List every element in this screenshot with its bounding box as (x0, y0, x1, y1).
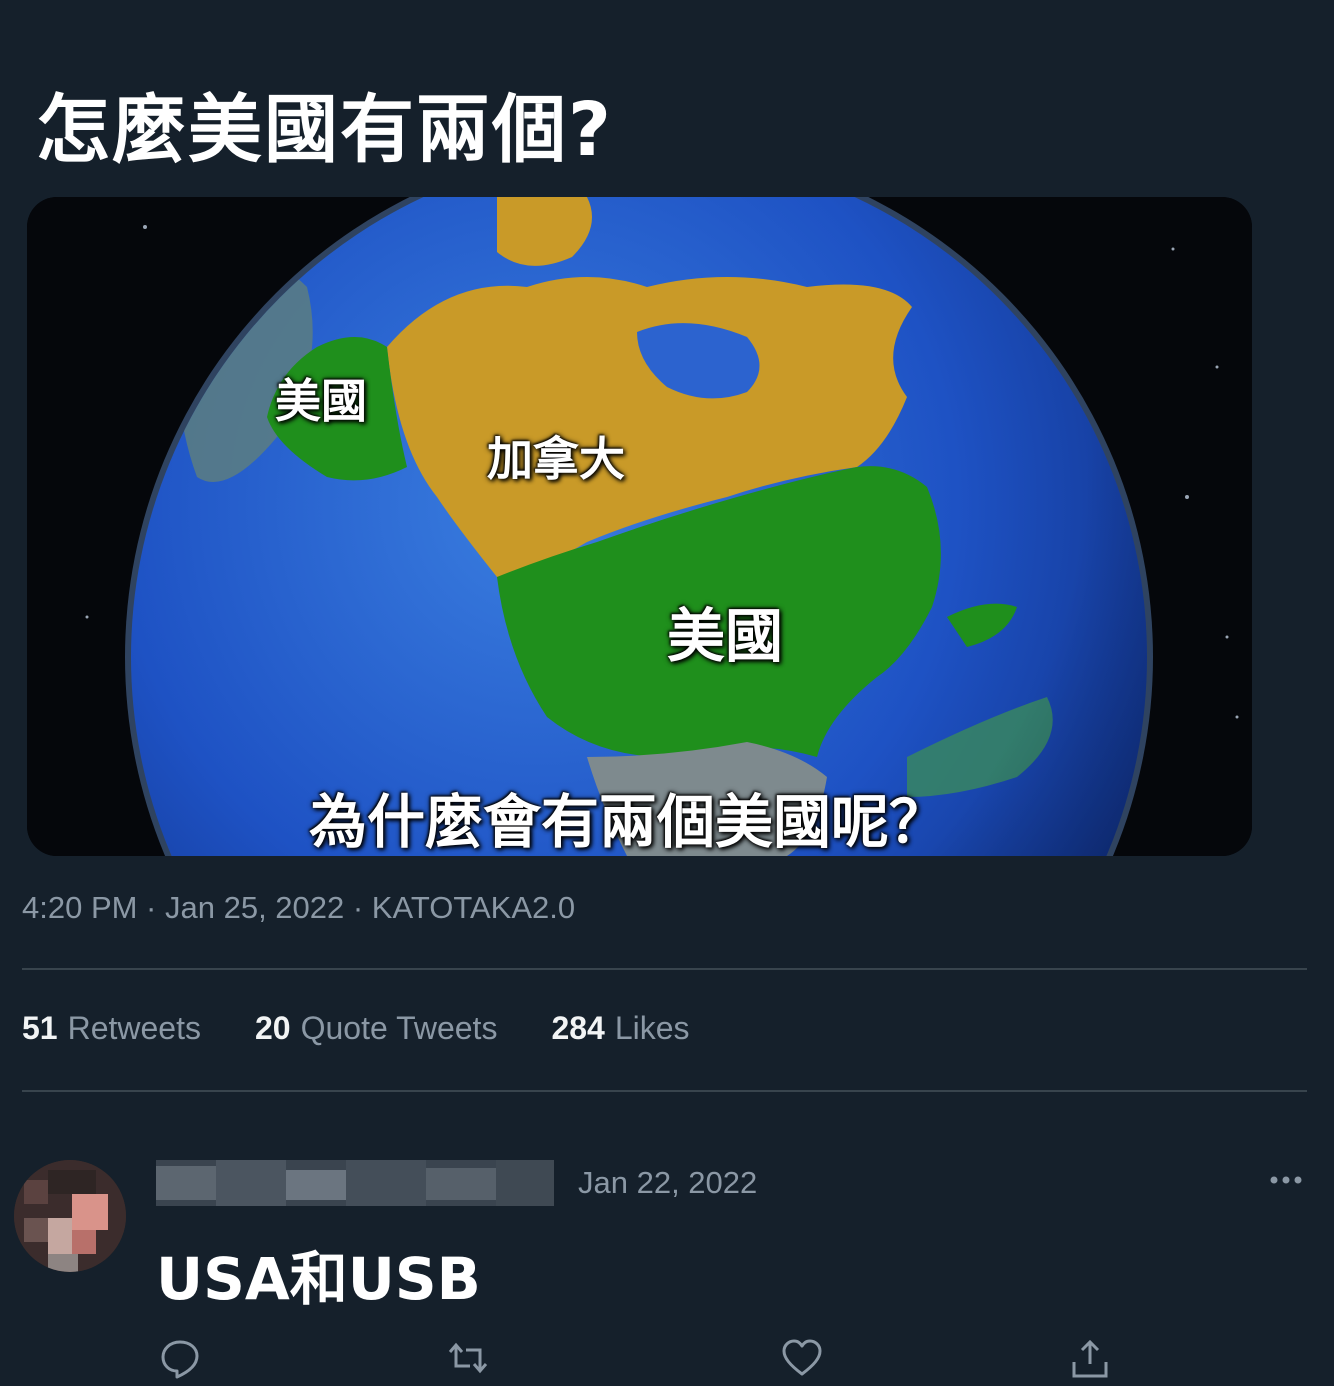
label-usa: 美國 (667, 602, 784, 670)
label-alaska: 美國 (275, 374, 367, 428)
share-icon[interactable] (1068, 1336, 1112, 1380)
like-icon[interactable] (780, 1336, 824, 1380)
reply-text: USA和USB (156, 1245, 481, 1313)
stat-likes[interactable]: 284 Likes (551, 1010, 689, 1047)
blurred-username (156, 1160, 554, 1206)
stat-count: 51 (22, 1010, 58, 1046)
avatar[interactable] (14, 1160, 126, 1272)
divider (22, 968, 1307, 970)
stat-count: 284 (551, 1010, 605, 1046)
tweet-meta: 4:20 PM · Jan 25, 2022 · KATOTAKA2.0 (22, 890, 576, 925)
tweet-detail-page: 怎麼美國有兩個? 美國 加拿大 美國 為什麼會有兩個美國呢？ 4:20 PM ·… (0, 0, 1334, 1386)
more-icon[interactable] (1266, 1170, 1306, 1190)
stat-label: Retweets (67, 1010, 201, 1046)
reply-icon[interactable] (158, 1336, 202, 1380)
globe-map-illustration (27, 197, 1252, 856)
stat-retweets[interactable]: 51 Retweets (22, 1010, 201, 1047)
stat-quote-tweets[interactable]: 20 Quote Tweets (255, 1010, 497, 1047)
tweet-media-image[interactable]: 美國 加拿大 美國 為什麼會有兩個美國呢？ (27, 197, 1252, 856)
label-canada: 加拿大 (487, 432, 625, 486)
divider (22, 1090, 1307, 1092)
image-caption: 為什麼會有兩個美國呢？ (309, 788, 948, 856)
stat-label: Likes (614, 1010, 690, 1046)
stat-count: 20 (254, 1010, 291, 1046)
pixelated-avatar (14, 1160, 126, 1272)
tweet-text: 怎麼美國有兩個? (36, 87, 613, 173)
reply-date[interactable]: Jan 22, 2022 (578, 1165, 757, 1201)
retweet-icon[interactable] (446, 1336, 490, 1380)
stat-label: Quote Tweets (300, 1010, 498, 1046)
tweet-stats: 51 Retweets 20 Quote Tweets 284 Likes (22, 1010, 690, 1047)
